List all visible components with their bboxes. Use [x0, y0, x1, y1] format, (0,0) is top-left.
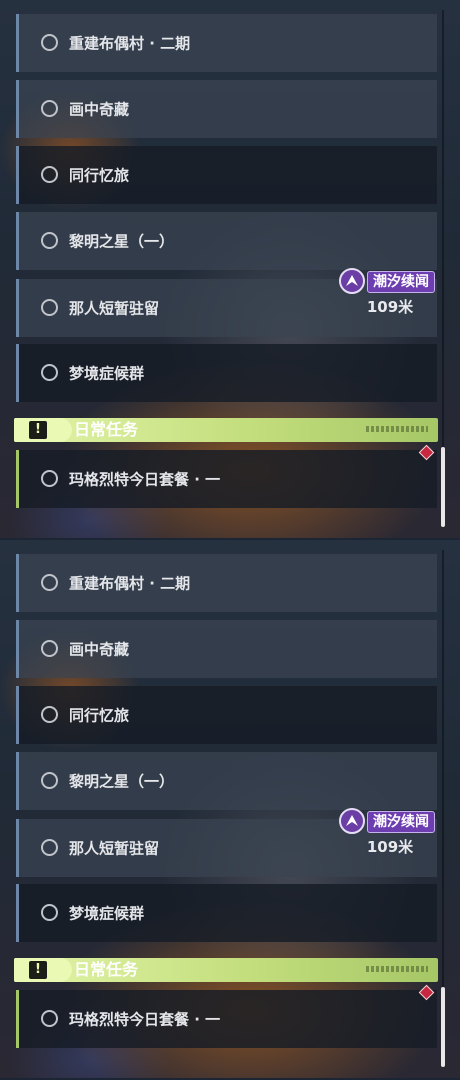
quest-title: 重建布偶村 · 二期 — [69, 34, 191, 53]
circle-icon — [41, 299, 58, 316]
header-decoration — [366, 426, 428, 432]
quest-item[interactable]: 重建布偶村 · 二期 — [16, 14, 437, 72]
panel-top: 重建布偶村 · 二期 画中奇藏 同行忆旅 黎明之星（一） 那人短暂驻留 梦境症候… — [0, 0, 460, 538]
quest-item[interactable]: 梦境症候群 — [16, 344, 437, 402]
section-tag: ! — [14, 958, 72, 982]
circle-icon — [41, 904, 58, 921]
circle-icon — [41, 1010, 58, 1027]
circle-icon — [41, 34, 58, 51]
quest-title: 画中奇藏 — [69, 100, 130, 119]
quest-item[interactable]: 画中奇藏 — [16, 620, 437, 678]
circle-icon — [41, 640, 58, 657]
section-label: 日常任务 — [74, 960, 139, 979]
quest-item[interactable]: 画中奇藏 — [16, 80, 437, 138]
quest-title: 梦境症候群 — [69, 364, 145, 383]
quest-item[interactable]: 梦境症候群 — [16, 884, 437, 942]
exclamation-icon: ! — [29, 421, 47, 439]
circle-icon — [41, 706, 58, 723]
distance-label: 109米 — [366, 838, 414, 856]
quest-item[interactable]: 同行忆旅 — [16, 686, 437, 744]
quest-tracker-icon — [339, 808, 365, 834]
quest-item[interactable]: 重建布偶村 · 二期 — [16, 554, 437, 612]
quest-title: 同行忆旅 — [69, 706, 130, 725]
circle-icon — [41, 772, 58, 789]
quest-title: 玛格烈特今日套餐 · 一 — [69, 1010, 221, 1029]
quest-title: 黎明之星（一） — [69, 232, 175, 251]
circle-icon — [41, 364, 58, 381]
circle-icon — [41, 100, 58, 117]
quest-tracker-icon — [339, 268, 365, 294]
quest-title: 那人短暂驻留 — [69, 839, 160, 858]
circle-icon — [41, 470, 58, 487]
tracked-quest-badge[interactable]: 潮汐续闻 — [339, 268, 438, 296]
tracked-quest-label: 潮汐续闻 — [367, 271, 435, 293]
scrollbar-thumb[interactable] — [441, 447, 445, 527]
header-decoration — [366, 966, 428, 972]
quest-title: 重建布偶村 · 二期 — [69, 574, 191, 593]
daily-quest-item[interactable]: 玛格烈特今日套餐 · 一 — [16, 450, 437, 508]
quest-title: 梦境症候群 — [69, 904, 145, 923]
quest-title: 同行忆旅 — [69, 166, 130, 185]
daily-quests-header[interactable]: ! 日常任务 — [14, 418, 438, 442]
distance-label: 109米 — [366, 298, 414, 316]
section-label: 日常任务 — [74, 420, 139, 439]
circle-icon — [41, 839, 58, 856]
quest-title: 黎明之星（一） — [69, 772, 175, 791]
quest-item[interactable]: 黎明之星（一） — [16, 212, 437, 270]
scrollbar-thumb[interactable] — [441, 987, 445, 1067]
quest-item[interactable]: 黎明之星（一） — [16, 752, 437, 810]
quest-title: 玛格烈特今日套餐 · 一 — [69, 470, 221, 489]
quest-item[interactable]: 同行忆旅 — [16, 146, 437, 204]
screen: 重建布偶村 · 二期 画中奇藏 同行忆旅 黎明之星（一） 那人短暂驻留 梦境症候… — [0, 0, 460, 1080]
section-tag: ! — [14, 418, 72, 442]
tracked-quest-label: 潮汐续闻 — [367, 811, 435, 833]
quest-title: 画中奇藏 — [69, 640, 130, 659]
panel-bottom: 重建布偶村 · 二期 画中奇藏 同行忆旅 黎明之星（一） 那人短暂驻留 梦境症候… — [0, 540, 460, 1078]
circle-icon — [41, 166, 58, 183]
exclamation-icon: ! — [29, 961, 47, 979]
tracked-quest-badge[interactable]: 潮汐续闻 — [339, 808, 438, 836]
quest-title: 那人短暂驻留 — [69, 299, 160, 318]
daily-quest-item[interactable]: 玛格烈特今日套餐 · 一 — [16, 990, 437, 1048]
daily-quests-header[interactable]: ! 日常任务 — [14, 958, 438, 982]
circle-icon — [41, 232, 58, 249]
circle-icon — [41, 574, 58, 591]
